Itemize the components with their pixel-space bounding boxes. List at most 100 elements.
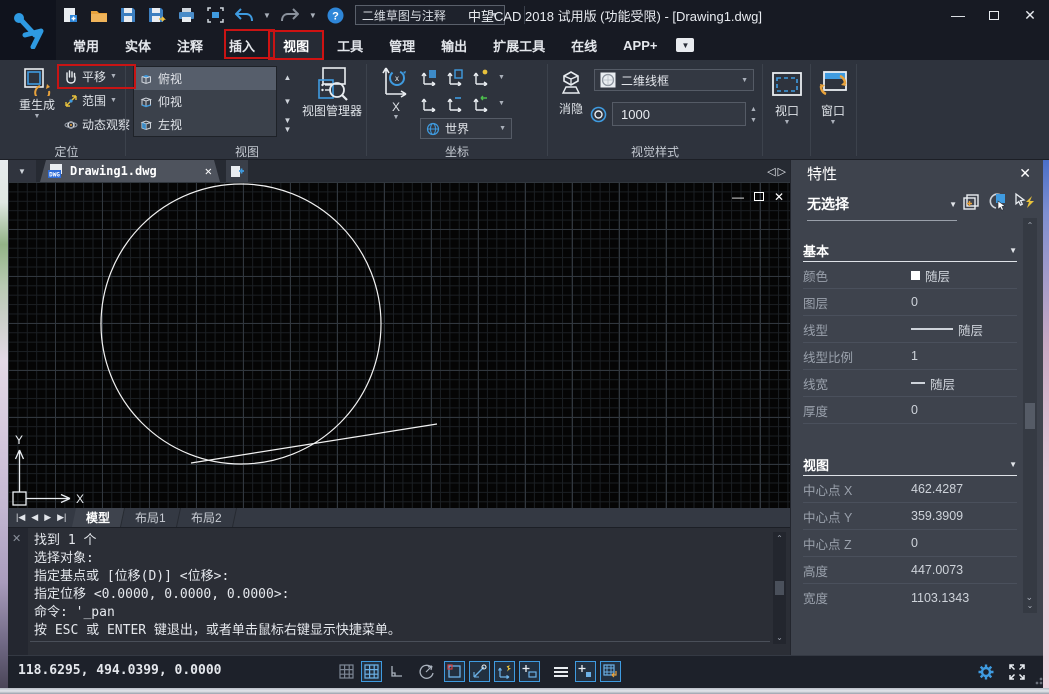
scroll-page-down-icon[interactable]: ▼▼: [279, 113, 296, 137]
pan-button[interactable]: 平移 ▼: [64, 68, 117, 85]
tab-view[interactable]: 视图: [268, 30, 324, 60]
tab-output[interactable]: 输出: [428, 30, 480, 60]
print-icon[interactable]: [176, 5, 196, 25]
command-history[interactable]: 找到 1 个选择对象:指定基点或 [位移(D)] <位移>:指定位移 <0.00…: [34, 532, 766, 640]
properties-close-icon[interactable]: ✕: [1019, 165, 1031, 182]
tab-solid[interactable]: 实体: [112, 30, 164, 60]
chevron-down-icon[interactable]: ▼: [498, 74, 505, 81]
tab-layout1[interactable]: 布局1: [121, 508, 181, 527]
next-tab-icon[interactable]: ▶: [44, 512, 51, 523]
doc-tab-menu-icon[interactable]: ▼: [8, 160, 36, 182]
first-tab-icon[interactable]: |◀: [16, 512, 25, 523]
viewport-minimize-icon[interactable]: —: [732, 190, 744, 204]
visual-style-dropdown[interactable]: 二维线框 ▼: [594, 69, 754, 91]
polar-tracking-icon[interactable]: [415, 661, 436, 682]
selection-cycle-icon[interactable]: [205, 5, 225, 25]
new-document-tab-button[interactable]: [226, 160, 248, 182]
minimize-button[interactable]: —: [947, 5, 969, 25]
prev-tab-icon[interactable]: ◀: [31, 512, 38, 523]
command-scrollbar[interactable]: ⌃ ⌄: [773, 532, 786, 644]
tab-app-plus[interactable]: APP+: [610, 30, 670, 60]
scroll-up-icon[interactable]: ▲: [279, 66, 296, 90]
ucs-z-axis-icon[interactable]: [472, 94, 490, 112]
collapse-section-icon[interactable]: ▼: [1009, 460, 1017, 469]
annotation-scale-icon[interactable]: [590, 106, 607, 123]
ucs-world-icon[interactable]: [420, 94, 438, 112]
scale-input[interactable]: 1000: [612, 102, 746, 126]
section-view[interactable]: 视图 ▼: [803, 454, 1017, 476]
window-button[interactable]: 窗口 ▼: [812, 68, 854, 126]
dynamic-ucs-icon[interactable]: [494, 661, 515, 682]
ucs-x-button[interactable]: x X ▼: [376, 66, 416, 121]
undo-dropdown-icon[interactable]: ▼: [263, 11, 271, 20]
property-row-width[interactable]: 宽度 1103.1343 ⌄: [803, 584, 1017, 611]
property-row-linetype-scale[interactable]: 线型比例 1: [803, 343, 1017, 370]
view-item-left[interactable]: 左视: [134, 113, 276, 136]
scroll-up-icon[interactable]: ⌃: [776, 534, 783, 543]
ucs-world-dropdown[interactable]: 世界 ▼: [420, 118, 512, 139]
spinner-up-icon[interactable]: ▲: [750, 106, 757, 113]
fullscreen-icon[interactable]: [1006, 661, 1027, 682]
orbit-button[interactable]: 动态观察: [64, 116, 130, 133]
collapse-section-icon[interactable]: ▼: [1009, 246, 1017, 255]
tab-annotate[interactable]: 注释: [164, 30, 216, 60]
chevron-down-icon[interactable]: ▼: [498, 100, 505, 107]
save-as-icon[interactable]: [147, 5, 167, 25]
section-basic[interactable]: 基本 ▼: [803, 240, 1017, 262]
ucs-previous-icon[interactable]: [446, 94, 464, 112]
hide-button[interactable]: 消隐: [552, 68, 590, 117]
save-icon[interactable]: [118, 5, 138, 25]
scroll-down-icon[interactable]: ⌄: [1025, 592, 1033, 603]
scrollbar-thumb[interactable]: [1025, 403, 1035, 429]
document-tab-close-icon[interactable]: ✕: [205, 164, 212, 178]
object-snap-tracking-icon[interactable]: [469, 661, 490, 682]
property-row-color[interactable]: 颜色 随层: [803, 262, 1017, 289]
zoom-extent-button[interactable]: 范围 ▼: [64, 92, 117, 109]
drawing-canvas[interactable]: Y X — ✕: [8, 182, 790, 508]
property-row-thickness[interactable]: 厚度 0: [803, 397, 1017, 424]
regen-button[interactable]: 重生成 ▼: [14, 66, 60, 120]
object-snap-icon[interactable]: [444, 661, 465, 682]
scroll-down-icon[interactable]: ⌄: [776, 633, 783, 642]
tab-express[interactable]: 扩展工具: [480, 30, 558, 60]
viewport-button[interactable]: 视口 ▼: [766, 68, 808, 126]
property-row-lineweight[interactable]: 线宽 随层: [803, 370, 1017, 397]
viewport-close-icon[interactable]: ✕: [774, 190, 784, 204]
property-row-center-z[interactable]: 中心点 Z 0: [803, 530, 1017, 557]
property-row-center-x[interactable]: 中心点 X 462.4287: [803, 476, 1017, 503]
tab-tools[interactable]: 工具: [324, 30, 376, 60]
app-logo[interactable]: [0, 0, 56, 60]
maximize-button[interactable]: [983, 5, 1005, 25]
tab-home[interactable]: 常用: [60, 30, 112, 60]
document-tab[interactable]: DWG Drawing1.dwg ✕: [40, 160, 220, 182]
close-button[interactable]: ✕: [1019, 5, 1041, 25]
view-item-bottom[interactable]: 仰视: [134, 90, 276, 113]
quick-select-button[interactable]: [1013, 192, 1035, 212]
circle-entity[interactable]: [101, 184, 381, 464]
scroll-up-icon[interactable]: ⌃: [1027, 221, 1034, 230]
property-row-linetype[interactable]: 线型 随层: [803, 316, 1017, 343]
ucs-named-icon[interactable]: [420, 68, 438, 86]
tab-scroll-right-icon[interactable]: ▷: [778, 165, 786, 178]
toggle-pickadd-button[interactable]: [961, 192, 981, 212]
tab-online[interactable]: 在线: [558, 30, 610, 60]
annotation-visibility-icon[interactable]: [575, 661, 596, 682]
ucs-origin-icon[interactable]: [472, 68, 490, 86]
settings-gear-icon[interactable]: [975, 661, 996, 682]
viewport-restore-icon[interactable]: [754, 190, 764, 204]
scrollbar-thumb[interactable]: [775, 581, 784, 595]
snap-mode-icon[interactable]: [336, 661, 357, 682]
spinner-down-icon[interactable]: ▼: [750, 117, 757, 124]
line-entity[interactable]: [191, 424, 437, 463]
message-dropdown-icon[interactable]: ▼: [676, 38, 694, 52]
redo-icon[interactable]: [280, 5, 300, 25]
dynamic-input-icon[interactable]: [519, 661, 540, 682]
ucs-object-icon[interactable]: [446, 68, 464, 86]
open-folder-icon[interactable]: [89, 5, 109, 25]
property-row-height[interactable]: 高度 447.0073: [803, 557, 1017, 584]
view-item-top[interactable]: 俯视: [134, 67, 276, 90]
ortho-mode-icon[interactable]: [386, 661, 407, 682]
redo-dropdown-icon[interactable]: ▼: [309, 11, 317, 20]
property-row-center-y[interactable]: 中心点 Y 359.3909: [803, 503, 1017, 530]
tab-manage[interactable]: 管理: [376, 30, 428, 60]
